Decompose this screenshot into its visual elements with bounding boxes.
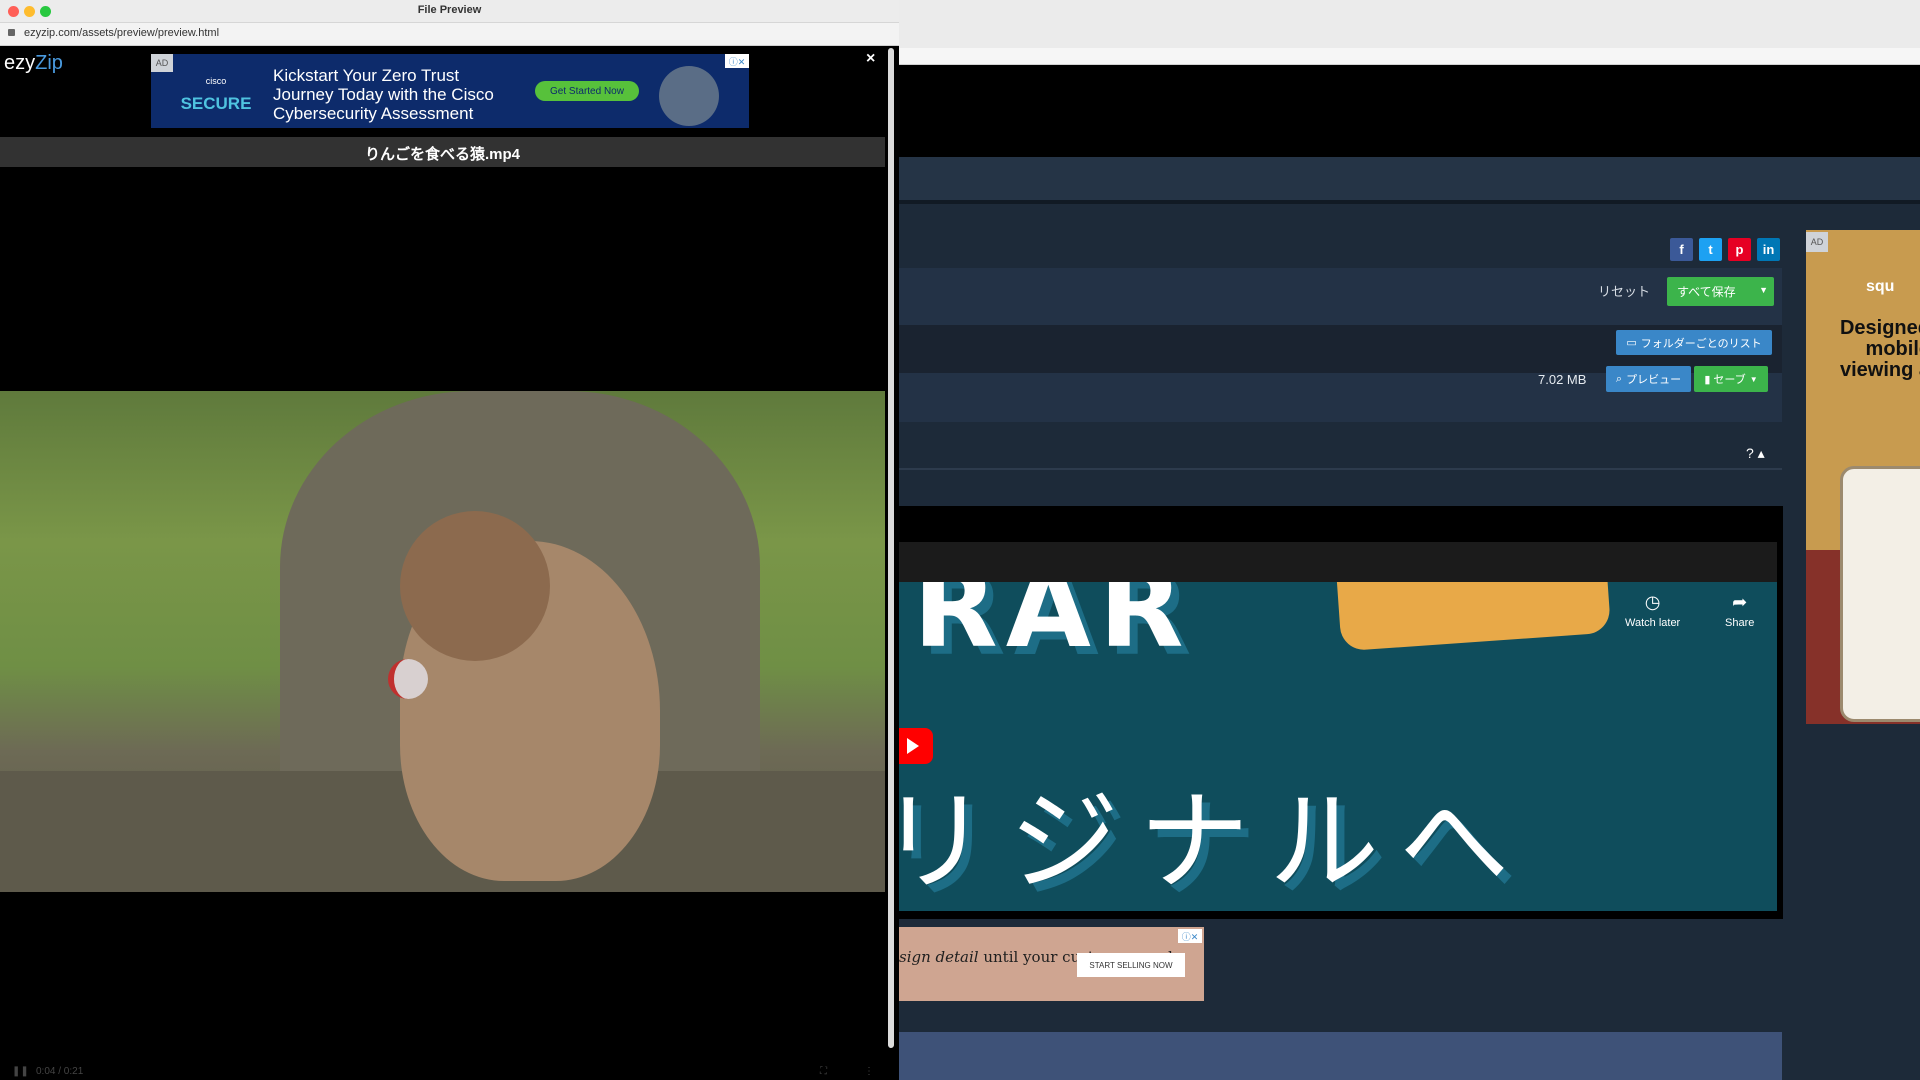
- twitter-share-button[interactable]: t: [1699, 238, 1722, 261]
- video-frame-apple: [388, 659, 428, 699]
- embedded-video[interactable]: RAR リジナルへ ◷ Watch later ➦ Share: [899, 582, 1777, 911]
- bottom-ad[interactable]: sign detail until your customer-ready. S…: [899, 927, 1204, 1001]
- video-subtitle-graphic: リジナルへ: [899, 778, 1529, 906]
- right-ad[interactable]: squ Designed mobile viewing a: [1806, 230, 1920, 724]
- watch-later-label: Watch later: [1625, 617, 1681, 629]
- save-button[interactable]: ▮ セーブ ▼: [1694, 366, 1768, 392]
- logo-main: ezy: [4, 52, 36, 74]
- twitter-icon: t: [1708, 242, 1713, 257]
- address-bar[interactable]: ezyzip.com/assets/preview/preview.html: [0, 23, 899, 46]
- filename-bar: りんごを食べる猿.mp4: [0, 137, 885, 167]
- cisco-logo: cisco: [205, 76, 227, 86]
- embedded-video-header: [899, 542, 1777, 582]
- window-title: File Preview: [417, 4, 482, 16]
- preview-button[interactable]: ⌕ プレビュー: [1606, 366, 1691, 392]
- top-ad-headline: Kickstart Your Zero Trust Journey Today …: [273, 66, 494, 123]
- page-nav-bar: [899, 157, 1920, 200]
- url-text: ezyzip.com/assets/preview/preview.html: [24, 27, 220, 39]
- more-options-icon[interactable]: ⋮: [864, 1066, 874, 1077]
- right-ad-logo: squ: [1866, 278, 1895, 295]
- scrollbar[interactable]: [888, 48, 894, 1048]
- save-all-label: すべて保存: [1677, 285, 1736, 299]
- chevron-down-icon: ▼: [1749, 374, 1758, 384]
- page-bottom-bar: [899, 1032, 1782, 1080]
- video-title-graphic: RAR: [913, 582, 1192, 672]
- video-graphic-banner: [1336, 582, 1612, 652]
- preview-label: プレビュー: [1626, 374, 1682, 386]
- bottom-ad-text-italic: sign detail: [899, 948, 979, 966]
- lock-icon: [8, 29, 15, 36]
- video-frame-monkey-head: [400, 511, 550, 661]
- close-preview-button[interactable]: ×: [866, 50, 875, 68]
- background-window-toolbar: [899, 0, 1920, 48]
- video-controls[interactable]: ❚❚ 0:04 / 0:21 ⛶ ⋮: [0, 1066, 885, 1080]
- facebook-icon: f: [1679, 242, 1684, 257]
- ezyzip-logo[interactable]: ezyZip: [4, 52, 63, 75]
- secure-wordmark: SECURE: [180, 94, 252, 113]
- background-window-tabstrip: [899, 48, 1920, 65]
- ad-close-button[interactable]: ⓘ✕: [725, 54, 749, 68]
- save-label: セーブ: [1713, 374, 1746, 386]
- watch-later-button[interactable]: ◷ Watch later: [1625, 592, 1680, 629]
- folder-list-button[interactable]: ▭ フォルダーごとのリスト: [1616, 330, 1772, 355]
- right-ad-headline: Designed mobile viewing a: [1839, 317, 1920, 381]
- pinterest-share-button[interactable]: p: [1728, 238, 1751, 261]
- chevron-down-icon: ▼: [1759, 285, 1768, 295]
- help-toggle[interactable]: ? ▴: [1746, 445, 1765, 462]
- folder-list-label: フォルダーごとのリスト: [1640, 337, 1762, 350]
- pinterest-icon: p: [1735, 242, 1744, 257]
- file-icon: ▮: [1704, 373, 1711, 386]
- file-size: 7.02 MB: [1538, 372, 1587, 387]
- pause-icon[interactable]: ❚❚: [12, 1066, 29, 1077]
- youtube-play-icon[interactable]: [899, 728, 933, 764]
- ad-badge: AD: [1806, 232, 1828, 252]
- search-icon: ⌕: [1615, 372, 1623, 385]
- right-ad-phone-image: [1840, 466, 1920, 722]
- clock-icon: ◷: [1644, 592, 1661, 612]
- ad-close-button[interactable]: ⓘ✕: [1178, 929, 1202, 943]
- linkedin-share-button[interactable]: in: [1757, 238, 1780, 261]
- share-icon: ➦: [1732, 592, 1748, 612]
- time-display: 0:04 / 0:21: [36, 1066, 84, 1077]
- fullscreen-icon[interactable]: ⛶: [820, 1066, 827, 1077]
- video-filename: りんごを食べる猿.mp4: [364, 146, 520, 163]
- logo-accent: Zip: [35, 52, 63, 74]
- get-started-button[interactable]: Get Started Now: [535, 81, 639, 101]
- video-player[interactable]: [0, 391, 885, 892]
- window-titlebar[interactable]: File Preview: [0, 0, 899, 23]
- start-selling-button[interactable]: START SELLING NOW: [1077, 953, 1185, 977]
- share-label: Share: [1725, 617, 1755, 629]
- page-header-area: [899, 65, 1920, 157]
- ad-badge: AD: [151, 54, 173, 72]
- globe-image: [659, 66, 719, 126]
- nav-divider: [899, 200, 1920, 204]
- linkedin-icon: in: [1762, 242, 1775, 257]
- folder-icon: ▭: [1626, 337, 1637, 349]
- facebook-share-button[interactable]: f: [1670, 238, 1693, 261]
- section-divider: [899, 468, 1782, 470]
- reset-link[interactable]: リセット: [1598, 281, 1650, 300]
- save-all-button[interactable]: すべて保存 ▼: [1667, 277, 1774, 306]
- top-ad[interactable]: AD cisco SECURE Kickstart Your Zero Trus…: [151, 54, 749, 128]
- share-button[interactable]: ➦ Share: [1725, 592, 1754, 629]
